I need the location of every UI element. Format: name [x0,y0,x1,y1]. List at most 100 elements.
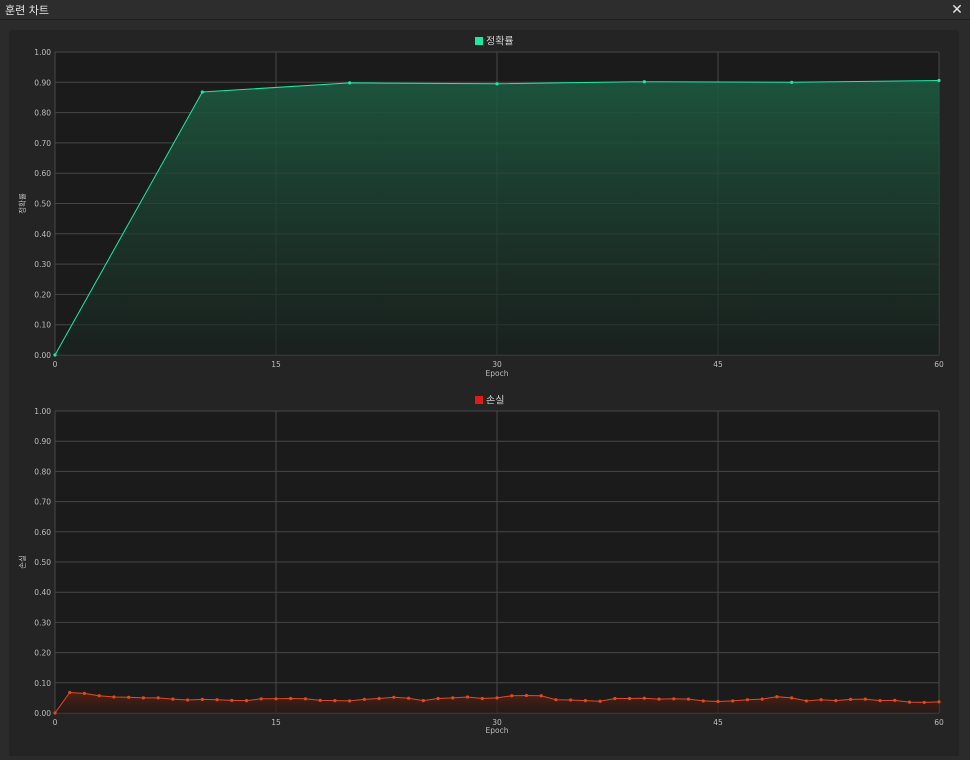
window-title: 훈련 차트 [5,3,49,17]
y-tick-label: 0.70 [34,139,51,148]
data-point [200,697,204,702]
y-tick-label: 0.60 [34,528,51,537]
x-axis-label: Epoch [486,726,509,735]
data-point [731,699,735,703]
data-point [112,695,116,699]
data-point [642,80,646,84]
data-point [642,696,646,700]
data-point [97,694,101,698]
data-point [259,697,263,701]
data-point [68,690,72,695]
data-point [289,696,293,701]
data-point [421,699,425,703]
y-tick-label: 1.00 [34,48,51,57]
y-tick-label: 0.90 [34,437,51,446]
chart-panel: 0.00 0.10 0.20 0.30 0.40 0.50 0.60 0.70 0.80 0.90… [9,30,959,756]
x-tick-label: 60 [934,718,944,727]
data-point [451,696,455,700]
data-point [937,78,941,83]
data-point [303,697,308,701]
y-tick-label: 0.50 [34,558,51,567]
x-axis-label: Epoch [486,369,509,378]
data-point [613,696,617,701]
data-point [348,699,352,703]
y-axis-label: 정확률 [17,193,27,214]
data-point [82,691,87,695]
data-point [672,697,676,701]
y-tick-label: 0.20 [34,290,51,299]
y-tick-label: 0.40 [34,588,51,597]
data-point [333,699,337,703]
data-point [362,697,366,702]
data-point [480,696,484,701]
close-button[interactable]: ✕ [944,0,970,20]
title-bar: 훈련 차트 ✕ [0,0,970,20]
data-point [53,353,57,357]
y-tick-label: 0.30 [34,260,51,269]
data-point [186,698,190,702]
x-tick-label: 15 [271,718,281,727]
data-point [878,699,882,703]
y-axis-label: 손실 [17,555,27,569]
data-point [524,693,529,698]
y-tick-label: 0.40 [34,230,51,239]
y-tick-label: 0.10 [34,321,51,330]
data-point [834,699,838,703]
data-point [775,695,779,699]
data-point [495,696,499,700]
y-tick-label: 0.60 [34,169,51,178]
data-point [348,81,352,85]
charts-svg: 0.00 0.10 0.20 0.30 0.40 0.50 0.60 0.70 0.80 0.90… [17,36,944,736]
data-point [819,698,823,702]
x-tick-label: 30 [492,360,502,369]
legend-swatch [475,37,483,45]
data-point [274,697,278,701]
data-point [598,699,602,703]
chart-2: 0.00 0.10 0.20 0.30 0.40 0.50 0.60 0.70 0.80 0.90… [17,395,944,736]
y-tick-label: 0.80 [34,109,51,118]
data-point [539,694,543,698]
data-point [686,697,691,701]
data-point [907,700,912,704]
data-point [510,694,514,698]
data-point [554,698,558,702]
y-tick-label: 0.80 [34,467,51,476]
x-tick-label: 60 [934,360,944,369]
legend-label: 손실 [486,395,504,407]
legend-label: 정확률 [486,36,514,48]
data-point [863,697,867,701]
data-point [804,699,809,703]
data-point [657,697,661,701]
data-point [760,697,764,701]
data-point [790,696,794,700]
y-tick-label: 0.30 [34,618,51,627]
data-point [745,698,750,702]
y-tick-label: 0.00 [34,709,51,718]
data-point [392,695,396,699]
data-point [716,699,720,704]
x-tick-label: 0 [53,360,58,369]
x-tick-label: 15 [271,360,281,369]
y-tick-label: 0.10 [34,679,51,688]
legend-swatch [475,396,483,404]
data-point [215,698,219,702]
data-point [893,698,897,702]
x-tick-label: 45 [713,718,723,727]
data-point [407,696,411,700]
data-point [465,695,470,699]
y-tick-label: 0.00 [34,351,51,360]
data-point [156,696,160,700]
data-point [200,90,204,94]
close-icon: ✕ [951,1,963,18]
data-point [569,698,573,702]
data-point [849,697,853,702]
data-point [53,711,57,715]
y-tick-label: 0.90 [34,78,51,87]
chart-1: 0.00 0.10 0.20 0.30 0.40 0.50 0.60 0.70 0.80 0.90… [17,36,944,379]
data-point [628,696,632,701]
x-tick-label: 45 [713,360,723,369]
data-point [127,695,131,699]
y-tick-label: 1.00 [34,407,51,416]
data-point [377,696,381,701]
y-tick-label: 0.70 [34,498,51,507]
